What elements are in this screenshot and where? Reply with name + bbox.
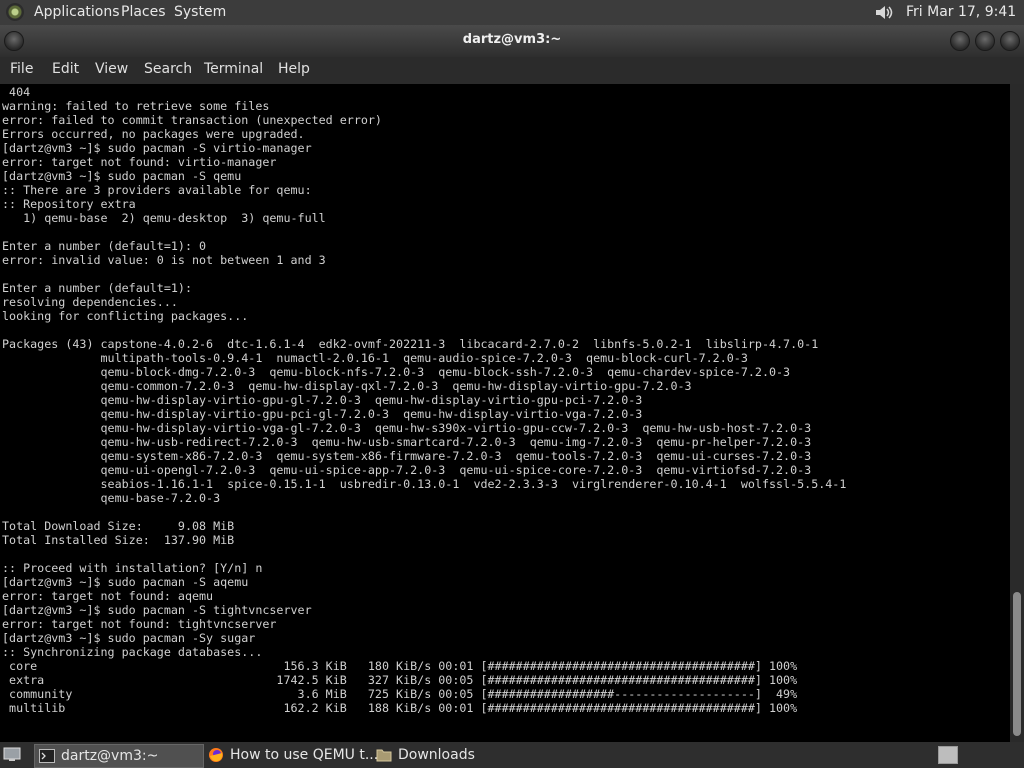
terminal-line: qemu-hw-display-virtio-gpu-pci-gl-7.2.0-… bbox=[2, 407, 643, 421]
terminal-icon bbox=[39, 749, 55, 763]
terminal-line: [dartz@vm3 ~]$ sudo pacman -S qemu bbox=[2, 169, 242, 183]
terminal-line: looking for conflicting packages... bbox=[2, 309, 249, 323]
terminal-line: :: Synchronizing package databases... bbox=[2, 645, 263, 659]
menu-help[interactable]: Help bbox=[278, 57, 310, 82]
terminal-line: [dartz@vm3 ~]$ sudo pacman -Sy sugar bbox=[2, 631, 256, 645]
terminal-line: error: target not found: aqemu bbox=[2, 589, 214, 603]
terminal-line: qemu-hw-display-virtio-gpu-gl-7.2.0-3 qe… bbox=[2, 393, 643, 407]
terminal-line: :: Repository extra bbox=[2, 197, 136, 211]
minimize-button[interactable] bbox=[950, 31, 970, 51]
distro-logo-icon[interactable] bbox=[6, 3, 24, 21]
terminal-line: qemu-hw-usb-redirect-7.2.0-3 qemu-hw-usb… bbox=[2, 435, 812, 449]
terminal-text: 404 warning: failed to retrieve some file… bbox=[2, 85, 846, 715]
menu-applications[interactable]: Applications bbox=[34, 0, 120, 25]
terminal-line: Enter a number (default=1): bbox=[2, 281, 192, 295]
taskbar-item-label: dartz@vm3:~ bbox=[61, 748, 159, 764]
terminal-line: qemu-system-x86-7.2.0-3 qemu-system-x86-… bbox=[2, 449, 812, 463]
terminal-line: Enter a number (default=1): 0 bbox=[2, 239, 207, 253]
firefox-icon bbox=[209, 748, 223, 762]
top-panel: Applications Places System Fri Mar 17, 9… bbox=[0, 0, 1024, 45]
terminal-line: [dartz@vm3 ~]$ sudo pacman -S tightvncse… bbox=[2, 603, 312, 617]
menu-view[interactable]: View bbox=[95, 57, 128, 82]
terminal-line: multilib 162.2 KiB 188 KiB/s 00:01 [####… bbox=[2, 701, 798, 715]
terminal-line: extra 1742.5 KiB 327 KiB/s 00:05 [######… bbox=[2, 673, 798, 687]
close-button[interactable] bbox=[1000, 31, 1020, 51]
terminal-line: qemu-hw-display-virtio-vga-gl-7.2.0-3 qe… bbox=[2, 421, 812, 435]
menu-system[interactable]: System bbox=[174, 0, 226, 25]
maximize-button[interactable] bbox=[975, 31, 995, 51]
terminal-line: :: There are 3 providers available for q… bbox=[2, 183, 312, 197]
terminal-line: qemu-base-7.2.0-3 bbox=[2, 491, 221, 505]
terminal-line: error: failed to commit transaction (une… bbox=[2, 113, 382, 127]
terminal-line: qemu-block-dmg-7.2.0-3 qemu-block-nfs-7.… bbox=[2, 365, 791, 379]
terminal-line: 1) qemu-base 2) qemu-desktop 3) qemu-ful… bbox=[2, 211, 326, 225]
menu-search[interactable]: Search bbox=[144, 57, 192, 82]
taskbar: dartz@vm3:~ How to use QEMU t... Downloa… bbox=[0, 742, 1024, 768]
taskbar-item-firefox[interactable]: How to use QEMU t... bbox=[204, 744, 378, 766]
terminal-line: error: invalid value: 0 is not between 1… bbox=[2, 253, 326, 267]
window-titlebar[interactable]: dartz@vm3:~ bbox=[0, 25, 1024, 57]
taskbar-item-label: How to use QEMU t... bbox=[230, 747, 379, 763]
terminal-line: Errors occurred, no packages were upgrad… bbox=[2, 127, 305, 141]
taskbar-item-label: Downloads bbox=[398, 747, 475, 763]
terminal-line: error: target not found: tightvncserver bbox=[2, 617, 277, 631]
terminal-line: error: target not found: virtio-manager bbox=[2, 155, 277, 169]
terminal-line: Packages (43) capstone-4.0.2-6 dtc-1.6.1… bbox=[2, 337, 819, 351]
terminal-line: seabios-1.16.1-1 spice-0.15.1-1 usbredir… bbox=[2, 477, 847, 491]
show-desktop-icon[interactable] bbox=[3, 746, 21, 762]
speaker-volume-icon[interactable] bbox=[874, 4, 896, 21]
taskbar-item-downloads[interactable]: Downloads bbox=[372, 744, 522, 766]
menu-places[interactable]: Places bbox=[121, 0, 166, 25]
window-title: dartz@vm3:~ bbox=[462, 32, 562, 47]
terminal-line: resolving dependencies... bbox=[2, 295, 178, 309]
terminal-line: qemu-common-7.2.0-3 qemu-hw-display-qxl-… bbox=[2, 379, 692, 393]
scrollbar[interactable] bbox=[1010, 84, 1024, 742]
workspace-switcher-icon[interactable] bbox=[938, 746, 958, 764]
terminal-output[interactable]: 404 warning: failed to retrieve some file… bbox=[0, 84, 1010, 742]
terminal-line: Total Download Size: 9.08 MiB bbox=[2, 519, 235, 533]
folder-icon bbox=[376, 749, 392, 762]
terminal-line: [dartz@vm3 ~]$ sudo pacman -S virtio-man… bbox=[2, 141, 312, 155]
terminal-line: qemu-ui-opengl-7.2.0-3 qemu-ui-spice-app… bbox=[2, 463, 812, 477]
taskbar-item-terminal[interactable]: dartz@vm3:~ bbox=[34, 744, 204, 768]
terminal-line: 404 bbox=[2, 85, 31, 99]
terminal-line: [dartz@vm3 ~]$ sudo pacman -S aqemu bbox=[2, 575, 249, 589]
menu-file[interactable]: File bbox=[10, 57, 33, 82]
terminal-line: Total Installed Size: 137.90 MiB bbox=[2, 533, 235, 547]
terminal-line: multipath-tools-0.9.4-1 numactl-2.0.16-1… bbox=[2, 351, 748, 365]
menu-terminal[interactable]: Terminal bbox=[204, 57, 263, 82]
scrollbar-thumb[interactable] bbox=[1013, 592, 1021, 736]
menu-edit[interactable]: Edit bbox=[52, 57, 79, 82]
menubar: File Edit View Search Terminal Help bbox=[0, 57, 1024, 84]
terminal-line: community 3.6 MiB 725 KiB/s 00:05 [#####… bbox=[2, 687, 798, 701]
terminal-line: warning: failed to retrieve some files bbox=[2, 99, 270, 113]
terminal-line: core 156.3 KiB 180 KiB/s 00:01 [########… bbox=[2, 659, 798, 673]
terminal-line: :: Proceed with installation? [Y/n] n bbox=[2, 561, 263, 575]
